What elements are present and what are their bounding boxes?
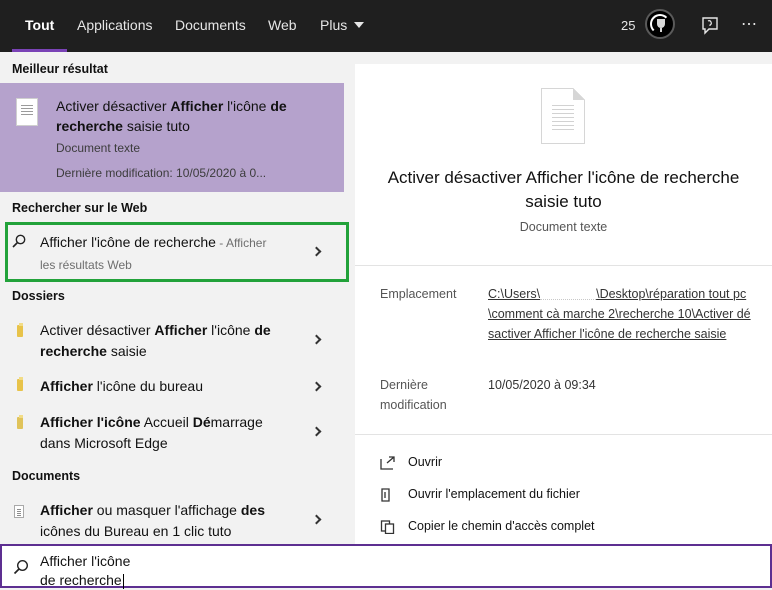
text-bold: Afficher l'icône [40, 414, 141, 430]
search-text-line: Afficher l'icône [40, 553, 131, 569]
text-part: marrage [210, 414, 263, 430]
best-match-date: Dernière modification: 10/05/2020 à 0... [56, 166, 267, 180]
title-part: saisie tuto [122, 118, 190, 134]
folders-header: Dossiers [12, 289, 65, 303]
chevron-right-icon[interactable] [311, 334, 322, 345]
folder-title: Afficher l'icône du bureau [40, 376, 302, 397]
preview-title: Activer désactiver Afficher l'icône de r… [387, 168, 740, 211]
open-icon [380, 456, 395, 470]
text-part: Accueil [140, 414, 193, 430]
text-bold: de [254, 322, 271, 338]
folder-icon [17, 415, 23, 429]
folder-item[interactable]: Afficher l'icône du bureau [0, 370, 344, 402]
divider [355, 265, 772, 266]
search-text-line: de recherche [40, 572, 122, 588]
title-bold: Afficher [170, 98, 224, 114]
tab-more-label: Plus [320, 17, 348, 33]
modified-label: Dernière modification [380, 378, 447, 412]
action-label: Ouvrir [408, 455, 443, 469]
rewards-points: 25 [621, 18, 636, 33]
chevron-right-icon[interactable] [311, 426, 322, 437]
folder-icon [17, 377, 23, 391]
redacted-username [540, 289, 597, 300]
action-label: Copier le chemin d'accès complet [408, 519, 595, 533]
folder-item[interactable]: Activer désactiver Afficher l'icône de r… [0, 316, 344, 364]
text-bold: des [240, 502, 265, 518]
text-part: dans Microsoft Edge [40, 435, 168, 451]
best-match-type: Document texte [56, 141, 141, 155]
text-bold: recherche [40, 343, 107, 359]
text-document-icon [16, 98, 38, 126]
document-item[interactable]: Afficher ou masquer l'affichage des icôn… [0, 496, 344, 544]
search-top-bar: Tout Applications Documents Web Plus 25 … [0, 0, 772, 52]
rewards-icon[interactable] [645, 9, 675, 39]
text-bold: Afficher [40, 378, 93, 394]
more-options-icon[interactable]: ⋯ [741, 14, 758, 34]
tab-all[interactable]: Tout [11, 0, 68, 52]
search-box[interactable]: Afficher l'icône de recherche [0, 544, 772, 590]
path-part: C:\Users\ [488, 287, 541, 301]
documents-header: Documents [12, 469, 81, 483]
tab-applications[interactable]: Applications [77, 0, 153, 52]
tab-documents[interactable]: Documents [175, 0, 246, 52]
location-label: Emplacement [380, 287, 457, 301]
best-match-title: Activer désactiver Afficher l'icône de r… [56, 96, 316, 136]
tab-web[interactable]: Web [268, 0, 297, 52]
location-link[interactable]: C:\Users\ \Desktop\réparation tout pc\com… [488, 284, 753, 344]
chevron-right-icon[interactable] [311, 381, 322, 392]
text-bold: Afficher [154, 322, 208, 338]
text-part: l'icône [207, 322, 255, 338]
trophy-stem [660, 28, 662, 32]
folder-title: Afficher l'icône Accueil Démarrage dans … [40, 412, 302, 454]
feedback-icon[interactable] [700, 16, 720, 36]
results-list: Meilleur résultat Activer désactiver Aff… [0, 52, 349, 544]
folder-title: Activer désactiver Afficher l'icône de r… [40, 320, 302, 362]
text-document-icon [14, 505, 24, 518]
text-cursor [122, 573, 124, 589]
text-part: icônes du Bureau en 1 clic tuto [40, 523, 232, 539]
highlight-box [5, 222, 349, 282]
text-document-large-icon [541, 88, 585, 144]
best-match-header: Meilleur résultat [12, 62, 108, 76]
trophy-cup [657, 19, 665, 28]
preview-pane: Activer désactiver Afficher l'icône de r… [355, 64, 772, 544]
text-part: saisie [106, 343, 147, 359]
divider [355, 434, 772, 435]
search-input[interactable]: Afficher l'icône de recherche [40, 552, 180, 590]
modified-value: 10/05/2020 à 09:34 [488, 378, 596, 392]
preview-type: Document texte [519, 220, 608, 234]
copy-path-icon [380, 520, 395, 534]
action-label: Ouvrir l'emplacement du fichier [408, 487, 580, 501]
text-part: ou masquer l'affichage [92, 502, 241, 518]
text-bold: Afficher [40, 502, 93, 518]
chevron-down-icon [354, 22, 365, 29]
web-search-header: Rechercher sur le Web [12, 201, 148, 215]
text-part: l'icône du bureau [92, 378, 203, 394]
title-part: l'icône [223, 98, 271, 114]
folder-location-icon [381, 488, 390, 502]
folder-item[interactable]: Afficher l'icône Accueil Démarrage dans … [0, 408, 344, 456]
chevron-right-icon[interactable] [311, 514, 322, 525]
text-part: Activer désactiver [40, 322, 155, 338]
document-title: Afficher ou masquer l'affichage des icôn… [40, 500, 302, 542]
tab-more[interactable]: Plus [320, 0, 365, 52]
folder-icon [17, 323, 23, 337]
path-part: \Desktop\réparation tout [596, 287, 730, 301]
text-bold: Dé [192, 414, 211, 430]
search-icon [13, 559, 29, 575]
best-match-item[interactable]: Activer désactiver Afficher l'icône de r… [0, 83, 344, 192]
title-part: Activer désactiver [56, 98, 171, 114]
